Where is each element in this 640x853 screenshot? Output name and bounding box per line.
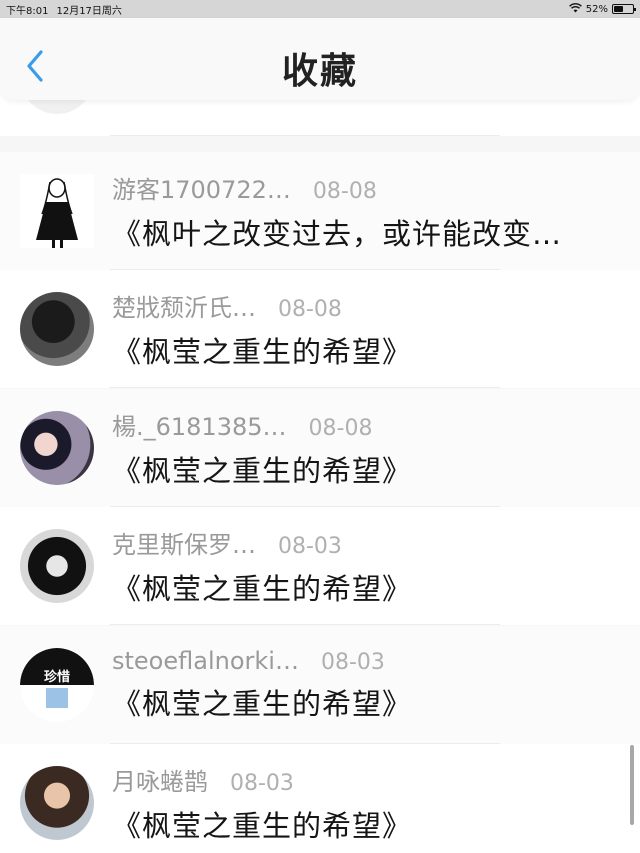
list-item[interactable]: 楊._6181385… 08-08 《枫莹之重生的希望》 bbox=[0, 389, 640, 507]
work-title[interactable]: 《枫莹之重生的希望》 bbox=[112, 448, 412, 490]
item-meta: 楊._6181385… 08-08 bbox=[112, 407, 412, 442]
navigation-header: 收藏 bbox=[0, 18, 640, 100]
item-date: 08-03 bbox=[230, 770, 294, 796]
scrollbar[interactable] bbox=[630, 745, 634, 825]
divider bbox=[110, 135, 500, 136]
list-item[interactable]: 克里斯保罗… 08-03 《枫莹之重生的希望》 bbox=[0, 507, 640, 625]
status-date: 12月17日周六 bbox=[56, 5, 122, 17]
list-item[interactable]: 月咏蜷鹊 08-03 《枫莹之重生的希望》 bbox=[0, 744, 640, 853]
wifi-icon bbox=[568, 2, 582, 16]
page-title: 收藏 bbox=[281, 51, 358, 92]
work-title[interactable]: 《枫叶之改变过去，或许能改变… bbox=[112, 211, 562, 253]
divider bbox=[110, 387, 500, 388]
item-meta: steoeflalnorki… 08-03 bbox=[112, 647, 412, 675]
username[interactable]: 月咏蜷鹊 bbox=[112, 762, 208, 797]
list-item[interactable]: 珍惜 steoeflalnorki… 08-03 《枫莹之重生的希望》 bbox=[0, 626, 640, 744]
work-title[interactable]: 《枫莹之重生的希望》 bbox=[112, 566, 412, 608]
favorites-list[interactable]: 《枫叶之改变过去，或许能改变…游客1700722… 08-08 《枫叶之改变过去，或… bbox=[0, 70, 640, 853]
item-date: 08-03 bbox=[320, 650, 385, 675]
username[interactable]: steoeflalnorki… bbox=[112, 647, 299, 675]
username[interactable]: 楊._6181385… bbox=[112, 407, 287, 442]
item-date: 08-03 bbox=[278, 533, 342, 559]
username[interactable]: 楚戕颓沂氏… bbox=[112, 288, 256, 323]
item-meta: 克里斯保罗… 08-03 bbox=[112, 525, 412, 560]
item-text: 克里斯保罗… 08-03 《枫莹之重生的希望》 bbox=[112, 525, 412, 608]
list-item[interactable]: 游客1700722… 08-08 《枫叶之改变过去，或许能改变… bbox=[0, 152, 640, 270]
avatar[interactable]: 珍惜 bbox=[20, 648, 94, 722]
item-date: 08-08 bbox=[308, 415, 373, 441]
avatar[interactable] bbox=[20, 529, 94, 603]
item-date: 08-08 bbox=[278, 296, 342, 322]
battery-percent: 52% bbox=[585, 3, 608, 15]
item-text: 楊._6181385… 08-08 《枫莹之重生的希望》 bbox=[112, 407, 412, 490]
list-item[interactable]: 楚戕颓沂氏… 08-08 《枫莹之重生的希望》 bbox=[0, 270, 640, 388]
username[interactable]: 克里斯保罗… bbox=[112, 525, 256, 560]
avatar[interactable] bbox=[20, 411, 94, 485]
item-date: 08-08 bbox=[312, 178, 377, 204]
avatar[interactable] bbox=[20, 766, 94, 840]
divider bbox=[110, 624, 500, 625]
item-text: 游客1700722… 08-08 《枫叶之改变过去，或许能改变… bbox=[112, 170, 562, 253]
item-text: 月咏蜷鹊 08-03 《枫莹之重生的希望》 bbox=[112, 762, 412, 845]
status-bar: 下午8:01 12月17日周六 52% bbox=[0, 0, 640, 18]
item-meta: 楚戕颓沂氏… 08-08 bbox=[112, 288, 412, 323]
item-meta: 游客1700722… 08-08 bbox=[112, 170, 562, 205]
avatar[interactable] bbox=[20, 174, 94, 248]
work-title[interactable]: 《枫莹之重生的希望》 bbox=[112, 681, 412, 723]
item-text: steoeflalnorki… 08-03 《枫莹之重生的希望》 bbox=[112, 647, 412, 723]
avatar-label: 珍惜 bbox=[43, 670, 70, 685]
avatar-badge bbox=[20, 648, 94, 708]
avatar-illustration bbox=[36, 178, 78, 248]
battery-level bbox=[614, 6, 624, 12]
work-title[interactable]: 《枫莹之重生的希望》 bbox=[112, 803, 412, 845]
work-title[interactable]: 《枫莹之重生的希望》 bbox=[112, 329, 412, 371]
status-time: 下午8:01 bbox=[6, 5, 49, 17]
battery-icon bbox=[612, 4, 636, 14]
item-meta: 月咏蜷鹊 08-03 bbox=[112, 762, 412, 797]
avatar[interactable] bbox=[20, 292, 94, 366]
username[interactable]: 游客1700722… bbox=[112, 170, 291, 205]
item-text: 楚戕颓沂氏… 08-08 《枫莹之重生的希望》 bbox=[112, 288, 412, 371]
